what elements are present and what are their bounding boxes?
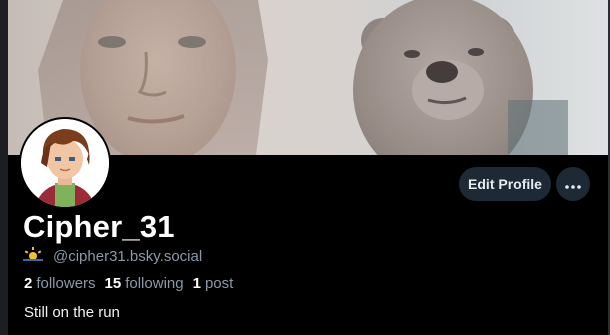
more-options-button[interactable] xyxy=(556,167,590,201)
following-link[interactable]: 15 following xyxy=(105,275,184,292)
profile-stats: 2 followers 15 following 1 post xyxy=(24,275,242,292)
window-frame-left xyxy=(0,0,8,335)
edit-profile-button[interactable]: Edit Profile xyxy=(459,167,551,201)
avatar-image xyxy=(21,119,109,207)
posts-label: post xyxy=(204,275,234,292)
followers-count: 2 xyxy=(24,275,33,292)
posts-count: 1 xyxy=(192,275,201,292)
display-name: Cipher_31 xyxy=(23,209,175,244)
followers-label: followers xyxy=(36,275,96,292)
profile-bio: Still on the run xyxy=(24,304,120,321)
posts-stat: 1 post xyxy=(193,275,234,292)
ellipsis-icon xyxy=(565,177,581,192)
handle-row: @cipher31.bsky.social xyxy=(23,247,202,265)
following-label: following xyxy=(125,275,184,292)
followers-link[interactable]: 2 followers xyxy=(24,275,96,292)
sun-cloud-icon xyxy=(23,247,43,265)
avatar[interactable] xyxy=(19,117,111,209)
profile-handle: @cipher31.bsky.social xyxy=(53,247,203,265)
following-count: 15 xyxy=(104,275,122,292)
